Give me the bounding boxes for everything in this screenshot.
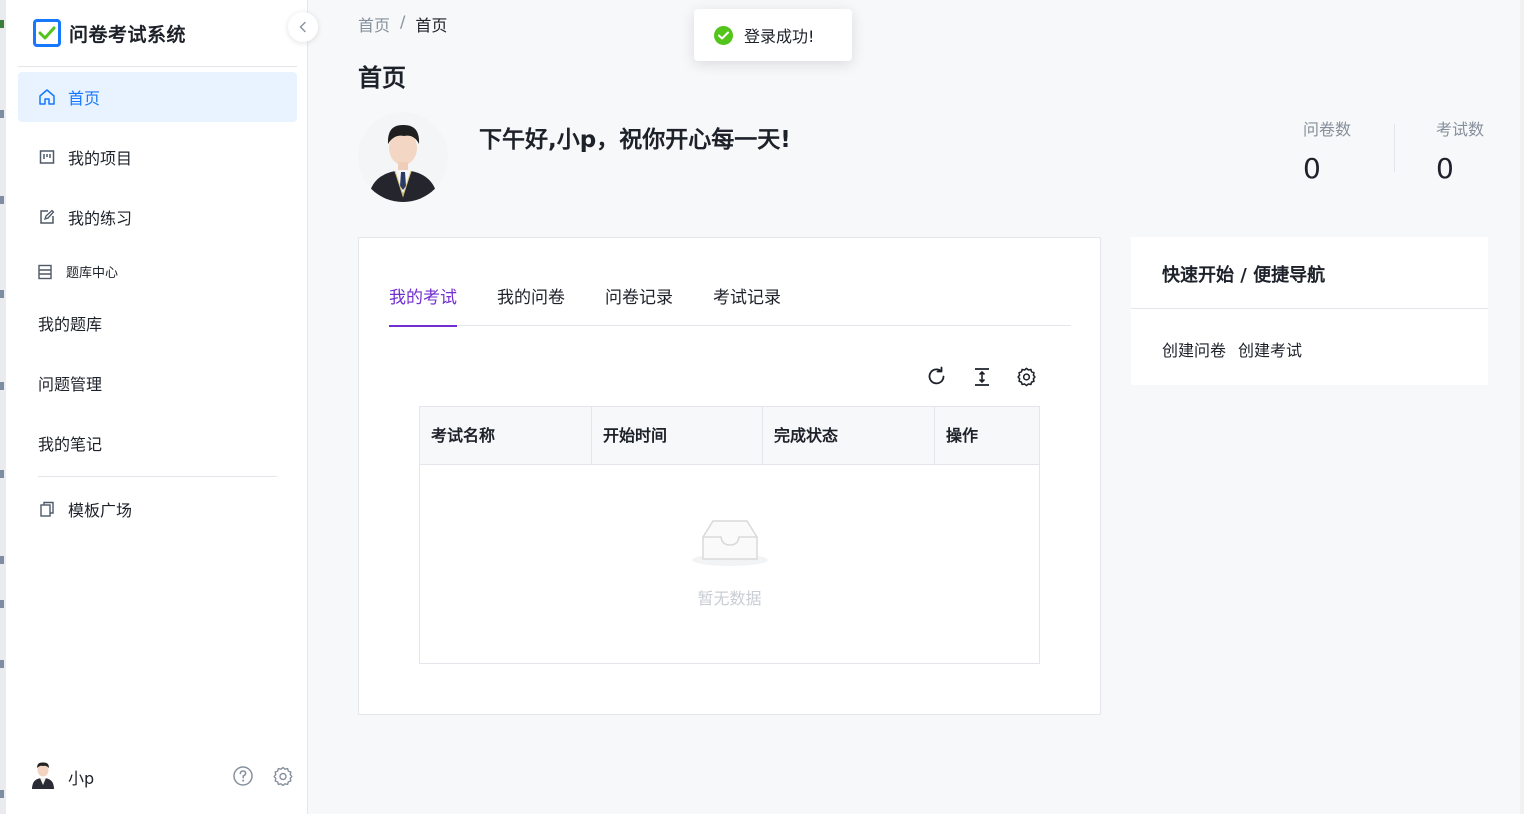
settings-icon[interactable] [272, 765, 294, 791]
tab-my-questionnaires[interactable]: 我的问卷 [497, 284, 565, 326]
stat-questionnaires: 问卷数 0 [1303, 116, 1351, 185]
column-header-status[interactable]: 完成状态 [763, 407, 935, 464]
check-circle-icon [714, 25, 733, 45]
stat-value: 0 [1436, 152, 1454, 185]
tab-questionnaire-records[interactable]: 问卷记录 [605, 284, 673, 326]
table-header: 考试名称 开始时间 完成状态 操作 [420, 407, 1039, 465]
sidebar: 问卷考试系统 首页 我的项目 我的练习 题库中心 我的题库 问题管理 我的笔记 … [6, 0, 308, 814]
nav-divider [38, 476, 277, 477]
greeting-text: 下午好,小p，祝你开心每一天! [479, 127, 791, 153]
sidebar-item-home[interactable]: 首页 [18, 72, 297, 122]
profile-avatar [358, 112, 448, 202]
table-toolbar [925, 365, 1038, 388]
sidebar-item-question-manage[interactable]: 问题管理 [38, 371, 102, 395]
page-title: 首页 [358, 64, 406, 92]
window-right-edge [1520, 0, 1524, 814]
sidebar-item-projects[interactable]: 我的项目 [18, 132, 297, 182]
breadcrumb: 首页 / 首页 [358, 12, 447, 36]
copy-icon [38, 500, 56, 518]
user-actions [232, 765, 294, 791]
tab-my-exams[interactable]: 我的考试 [389, 284, 457, 327]
sidebar-item-templates[interactable]: 模板广场 [18, 484, 297, 534]
chevron-left-icon [298, 18, 308, 37]
stat-value: 0 [1303, 152, 1321, 185]
help-icon[interactable] [232, 765, 254, 791]
project-icon [38, 148, 56, 166]
column-header-start-time[interactable]: 开始时间 [592, 407, 763, 464]
sidebar-item-label: 首页 [68, 89, 101, 108]
tab-exam-records[interactable]: 考试记录 [713, 284, 781, 326]
sidebar-item-practice[interactable]: 我的练习 [18, 192, 297, 242]
quick-nav-links: 创建问卷 创建考试 [1162, 337, 1302, 361]
sidebar-group-label: 题库中心 [66, 266, 119, 281]
breadcrumb-root[interactable]: 首页 [358, 12, 390, 36]
empty-text: 暂无数据 [697, 589, 762, 608]
app-logo[interactable]: 问卷考试系统 [33, 18, 186, 48]
logo-divider [18, 66, 297, 67]
settings-icon[interactable] [1015, 365, 1038, 388]
column-header-actions[interactable]: 操作 [935, 407, 1039, 464]
column-height-icon[interactable] [970, 365, 993, 388]
checkbox-logo-icon [33, 19, 61, 47]
app-title: 问卷考试系统 [69, 23, 187, 46]
sidebar-group-question-bank[interactable]: 题库中心 [38, 262, 118, 281]
sidebar-item-my-bank[interactable]: 我的题库 [38, 311, 102, 335]
create-exam-link[interactable]: 创建考试 [1238, 337, 1302, 361]
user-avatar[interactable] [30, 761, 56, 793]
refresh-icon[interactable] [925, 365, 948, 388]
toast-message: 登录成功! [744, 27, 815, 46]
stat-exams: 考试数 0 [1436, 116, 1484, 185]
sidebar-item-label: 我的练习 [68, 209, 133, 228]
quick-nav-divider [1131, 308, 1488, 309]
sidebar-item-label: 模板广场 [68, 501, 133, 520]
breadcrumb-separator: / [400, 12, 406, 31]
stat-label: 问卷数 [1303, 120, 1352, 139]
breadcrumb-current: 首页 [415, 16, 448, 35]
collapse-sidebar-button[interactable] [288, 12, 318, 42]
stat-label: 考试数 [1436, 120, 1485, 139]
empty-inbox-icon [689, 515, 771, 571]
records-tabs: 我的考试 我的问卷 问卷记录 考试记录 [389, 284, 1071, 327]
quick-nav-card: 快速开始 / 便捷导航 创建问卷 创建考试 [1131, 237, 1488, 385]
home-icon [38, 88, 56, 106]
table-empty-state: 暂无数据 [420, 515, 1039, 609]
success-toast: 登录成功! [694, 9, 852, 61]
sidebar-item-notes[interactable]: 我的笔记 [38, 431, 102, 455]
create-questionnaire-link[interactable]: 创建问卷 [1162, 337, 1226, 361]
column-header-exam-name[interactable]: 考试名称 [420, 407, 592, 464]
exams-table: 考试名称 开始时间 完成状态 操作 暂无数据 [419, 406, 1040, 664]
sidebar-item-label: 我的项目 [68, 149, 133, 168]
quick-nav-title: 快速开始 / 便捷导航 [1162, 265, 1326, 286]
user-bar: 小p [30, 760, 300, 794]
records-card: 我的考试 我的问卷 问卷记录 考试记录 考试名称 开始时间 完成状态 操作 暂无… [358, 237, 1101, 715]
stat-divider [1394, 124, 1395, 172]
user-name: 小p [68, 769, 95, 788]
list-icon [38, 264, 54, 280]
edit-icon [38, 208, 56, 226]
